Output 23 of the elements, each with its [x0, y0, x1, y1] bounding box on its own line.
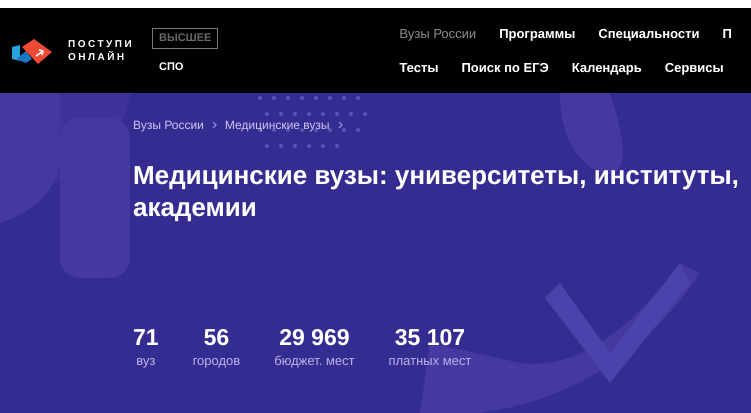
chevron-icon [338, 121, 343, 129]
chevron-icon [212, 121, 217, 129]
breadcrumb-link[interactable]: Вузы России [133, 116, 204, 134]
nav-link[interactable]: Тесты [399, 58, 438, 77]
stat-value: 71 [133, 323, 159, 351]
stat-value: 29 969 [279, 323, 350, 351]
stat-label: вуз [136, 352, 156, 370]
nav-link[interactable]: Программы [499, 24, 576, 44]
stat-label: городов [192, 352, 240, 370]
nav-link[interactable]: Специальности [598, 24, 700, 44]
page-title: Медицинские вузы: университеты, институты, академии [133, 159, 740, 223]
nav-link[interactable]: Вузы России [399, 24, 476, 44]
level-tab[interactable]: ВЫСШЕЕ [152, 28, 218, 48]
nav-link[interactable]: П [722, 24, 732, 44]
stat-label: бюджет. мест [274, 352, 355, 370]
stat-value: 56 [204, 323, 230, 351]
stat-label: платных мест [388, 352, 472, 370]
level-tab[interactable]: СПО [152, 56, 190, 78]
nav-link[interactable]: Календарь [572, 58, 642, 77]
breadcrumb-link[interactable]: Медицинские вузы [224, 116, 330, 134]
nav-link[interactable]: Сервисы [664, 58, 724, 77]
stat-value: 35 107 [394, 323, 466, 351]
nav-link[interactable]: Поиск по ЕГЭ [461, 58, 549, 77]
